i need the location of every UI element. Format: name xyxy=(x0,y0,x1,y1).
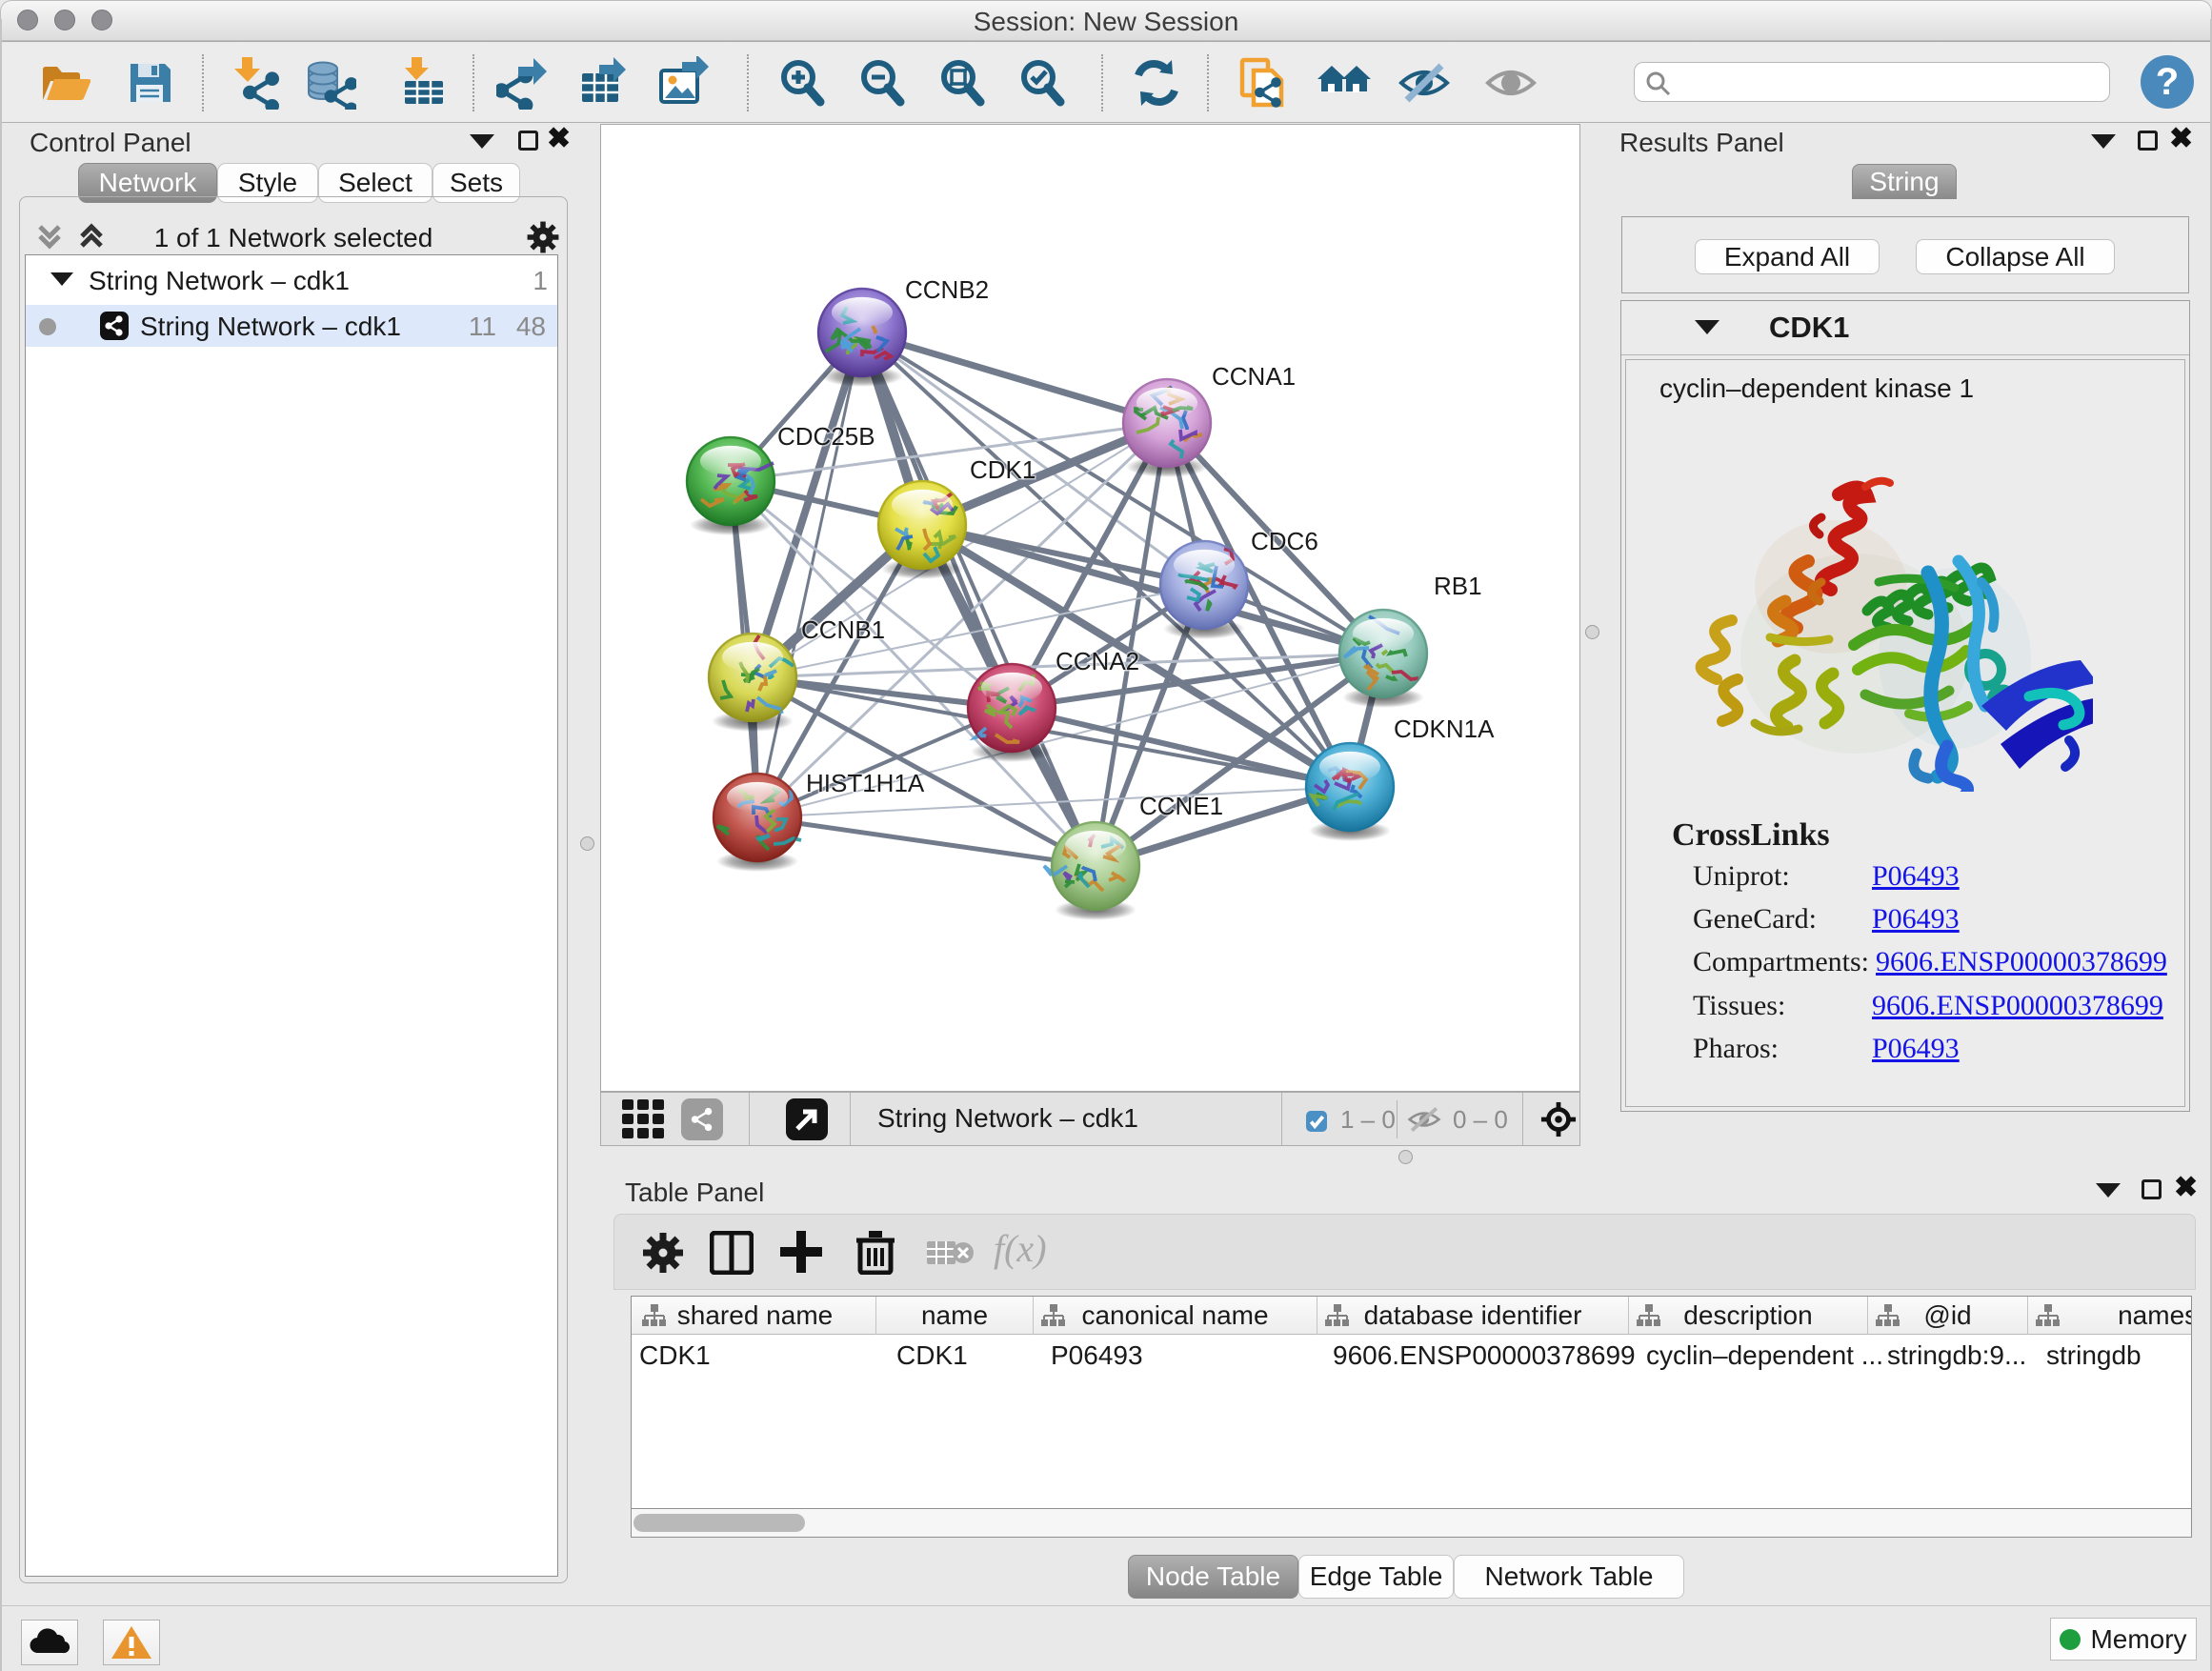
svg-text:RB1: RB1 xyxy=(1434,572,1482,600)
svg-text:CCNB1: CCNB1 xyxy=(801,615,885,644)
svg-text:CCNE1: CCNE1 xyxy=(1139,792,1223,820)
svg-text:CDKN1A: CDKN1A xyxy=(1394,715,1495,743)
svg-text:CCNA2: CCNA2 xyxy=(1056,647,1139,675)
svg-text:CCNB2: CCNB2 xyxy=(905,275,989,304)
svg-text:CDC25B: CDC25B xyxy=(777,422,875,451)
svg-text:CCNA1: CCNA1 xyxy=(1212,362,1296,391)
svg-text:CDK1: CDK1 xyxy=(970,455,1036,484)
svg-text:CDC6: CDC6 xyxy=(1251,527,1318,555)
svg-text:HIST1H1A: HIST1H1A xyxy=(806,769,925,797)
